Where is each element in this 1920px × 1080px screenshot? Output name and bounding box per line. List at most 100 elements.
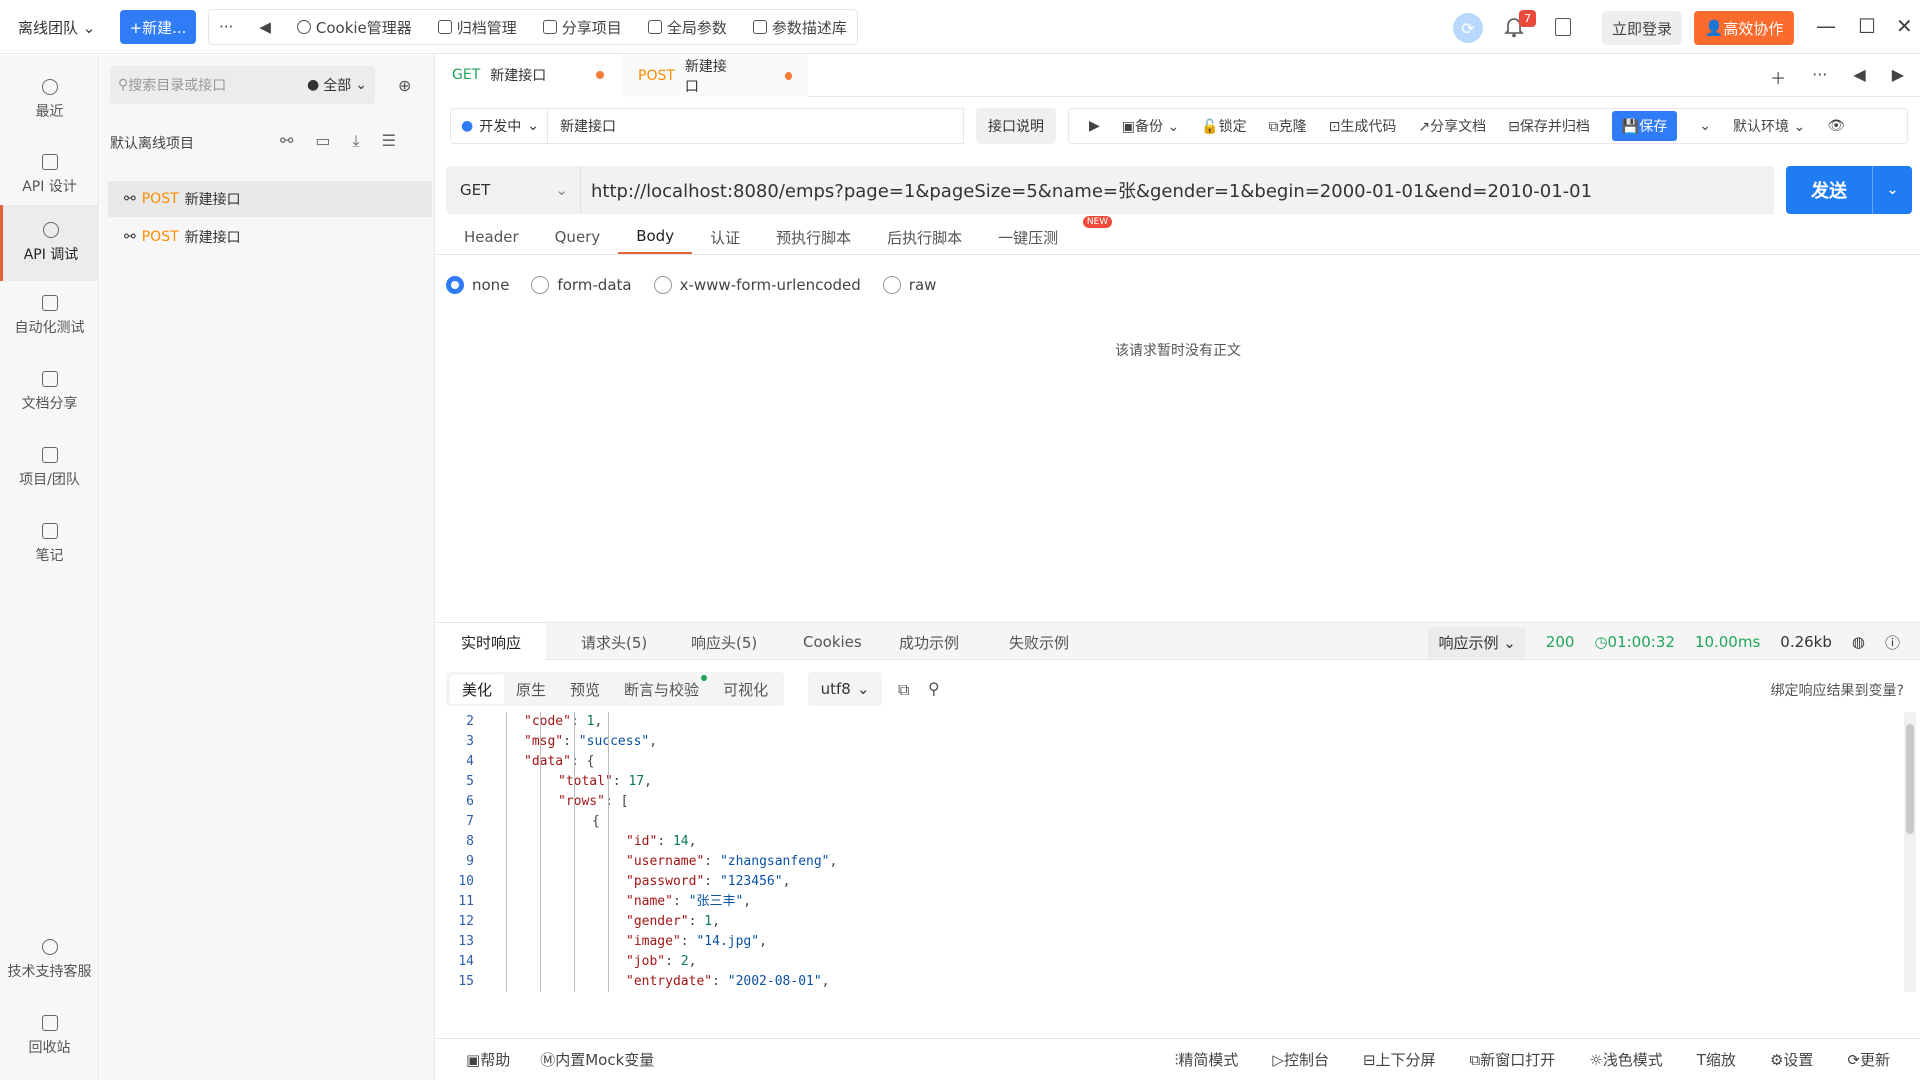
tree-item[interactable]: ⚯ POST 新建接口 (108, 181, 432, 217)
more-icon[interactable]: ··· (1812, 65, 1827, 89)
eye-icon[interactable]: 👁 (1827, 118, 1845, 134)
radio-form-data[interactable]: form-data (531, 276, 632, 294)
view-preview[interactable]: 预览 (558, 675, 612, 704)
login-button[interactable]: 立即登录 (1602, 11, 1682, 45)
share-project-button[interactable]: 分享项目 (542, 17, 622, 38)
filter-select[interactable]: ● 全部 ⌄ (307, 75, 367, 95)
minimize-icon[interactable]: — (1816, 14, 1836, 38)
info-icon[interactable]: ⓘ (1885, 632, 1900, 653)
rail-item-trash[interactable]: 回收站 (0, 1001, 99, 1071)
new-button[interactable]: +新建... (120, 10, 196, 44)
send-button[interactable]: 发送 ⌄ (1786, 166, 1912, 214)
api-desc-button[interactable]: 接口说明 (976, 108, 1056, 144)
rail-item-support[interactable]: 技术支持客服 (0, 925, 99, 995)
rail-item-automation[interactable]: 自动化测试 (0, 281, 99, 351)
settings-button[interactable]: ⚙设置 (1770, 1049, 1813, 1070)
search-icon[interactable]: ⚲ (928, 679, 940, 698)
rail-item-notes[interactable]: 笔记 (0, 509, 99, 579)
clone-button[interactable]: ⧉克隆 (1269, 116, 1307, 136)
rail-item-api-design[interactable]: API 设计 (0, 140, 99, 210)
new-window-button[interactable]: ⧉新窗口打开 (1470, 1049, 1556, 1070)
more-button[interactable]: ··· (219, 18, 233, 36)
collab-button[interactable]: 👤 高效协作 (1694, 11, 1794, 45)
menu-icon[interactable]: ☰ (382, 131, 396, 151)
radio-none[interactable]: none (446, 276, 509, 294)
tab-stress-test[interactable]: 一键压测 NEW (980, 216, 1113, 254)
archive-button[interactable]: 归档管理 (437, 17, 517, 38)
rail-item-api-debug[interactable]: API 调试 (0, 205, 99, 281)
note-icon[interactable] (1555, 18, 1571, 36)
cookie-manager-button[interactable]: Cookie管理器 (296, 17, 412, 38)
tab-auth[interactable]: 认证 (692, 220, 758, 254)
env-select[interactable]: 默认环境 ⌄ (1733, 116, 1805, 136)
response-code-view[interactable]: 2 "code": 1, 3 "msg": "success", 4 "data": {5… (436, 712, 1896, 992)
backup-button[interactable]: ▣备份 ⌄ (1122, 116, 1179, 136)
bind-variable-link[interactable]: 绑定响应结果到变量? (1771, 680, 1904, 700)
view-visualize[interactable]: 可视化 (711, 675, 780, 704)
tab-get-new-api[interactable]: GET 新建接口 (436, 55, 622, 97)
tree-search[interactable]: ⚲ 搜索目录或接口 ● 全部 ⌄ (110, 66, 375, 104)
status-select[interactable]: ● 开发中 ⌄ (450, 108, 548, 144)
lock-button[interactable]: 🔓锁定 (1201, 116, 1246, 136)
view-assert[interactable]: 断言与校验 (612, 674, 711, 704)
globe-icon[interactable]: ◍ (1852, 633, 1865, 651)
encoding-select[interactable]: utf8 ⌄ (808, 672, 882, 706)
tab-body[interactable]: Body (618, 220, 693, 254)
team-selector[interactable]: 离线团队 ⌄ (18, 17, 95, 38)
zoom-button[interactable]: T缩放 (1697, 1049, 1736, 1070)
send-dropdown-icon[interactable]: ⌄ (1872, 166, 1912, 214)
tab-cookies[interactable]: Cookies (778, 623, 887, 661)
help-button[interactable]: ▣帮助 (466, 1049, 510, 1070)
update-button[interactable]: ⟳更新 (1847, 1049, 1890, 1070)
next-tab-icon[interactable]: ▶ (1892, 65, 1904, 89)
tab-header[interactable]: Header (446, 220, 537, 254)
close-icon[interactable]: ✕ (1896, 14, 1913, 38)
tab-post-new-api[interactable]: POST 新建接口 (622, 55, 808, 97)
locate-icon[interactable]: ⊕ (398, 76, 411, 95)
tree-item[interactable]: ⚯ POST 新建接口 (108, 219, 432, 255)
save-dropdown-icon[interactable]: ⌄ (1699, 118, 1711, 134)
split-button[interactable]: ⊟上下分屏 (1363, 1049, 1436, 1070)
tab-post-script[interactable]: 后执行脚本 (869, 220, 980, 254)
tab-request-headers[interactable]: 请求头(5) (556, 623, 672, 661)
url-input[interactable]: http://localhost:8080/emps?page=1&pageSi… (580, 166, 1774, 214)
search-input[interactable]: 搜索目录或接口 (128, 75, 226, 95)
maximize-icon[interactable]: ☐ (1858, 14, 1876, 38)
back-icon[interactable]: ◀ (259, 18, 271, 36)
method-select[interactable]: GET ⌄ (446, 166, 580, 214)
rail-item-doc-share[interactable]: 文档分享 (0, 357, 99, 427)
tab-query[interactable]: Query (537, 220, 619, 254)
mock-vars-button[interactable]: Ⓜ内置Mock变量 (540, 1049, 654, 1070)
tab-success-example[interactable]: 成功示例 (874, 623, 984, 661)
global-params-button[interactable]: 全局参数 (647, 17, 727, 38)
run-icon[interactable]: ▶ (1089, 118, 1100, 134)
tab-fail-example[interactable]: 失败示例 (984, 623, 1094, 661)
api-name-input[interactable]: 新建接口 (548, 108, 964, 144)
gen-code-button[interactable]: ⊡生成代码 (1329, 116, 1397, 136)
tab-live-response[interactable]: 实时响应 (436, 623, 547, 661)
import-icon[interactable]: ⤓ (353, 131, 360, 151)
save-archive-button[interactable]: ⊟保存并归档 (1508, 116, 1590, 136)
save-button[interactable]: 💾保存 (1611, 111, 1678, 141)
radio-urlencoded[interactable]: x-www-form-urlencoded (653, 276, 861, 294)
copy-icon[interactable]: ⧉ (898, 680, 909, 700)
code-scrollbar[interactable] (1904, 712, 1916, 992)
tab-response-headers[interactable]: 响应头(5) (666, 623, 782, 661)
add-tab-icon[interactable]: ＋ (1770, 65, 1786, 89)
share-doc-button[interactable]: ↗分享文档 (1418, 116, 1486, 136)
example-select[interactable]: 响应示例 ⌄ (1428, 626, 1526, 658)
add-api-icon[interactable]: ⚯ (280, 131, 293, 151)
sync-icon[interactable]: ⟳ (1453, 13, 1483, 43)
rail-item-projects[interactable]: 项目/团队 (0, 433, 99, 503)
tab-pre-script[interactable]: 预执行脚本 (758, 220, 869, 254)
light-mode-button[interactable]: ☼浅色模式 (1589, 1049, 1662, 1070)
add-folder-icon[interactable]: ▭ (315, 131, 330, 151)
radio-raw[interactable]: raw (882, 276, 936, 294)
view-pretty[interactable]: 美化 (450, 674, 505, 704)
prev-tab-icon[interactable]: ◀ (1853, 65, 1865, 89)
param-library-button[interactable]: 参数描述库 (752, 17, 847, 38)
compact-mode-button[interactable]: ⫶精简模式 (1175, 1049, 1239, 1070)
view-raw[interactable]: 原生 (504, 675, 558, 704)
console-button[interactable]: ▷控制台 (1272, 1049, 1329, 1070)
rail-item-recent[interactable]: 最近 (0, 65, 99, 135)
